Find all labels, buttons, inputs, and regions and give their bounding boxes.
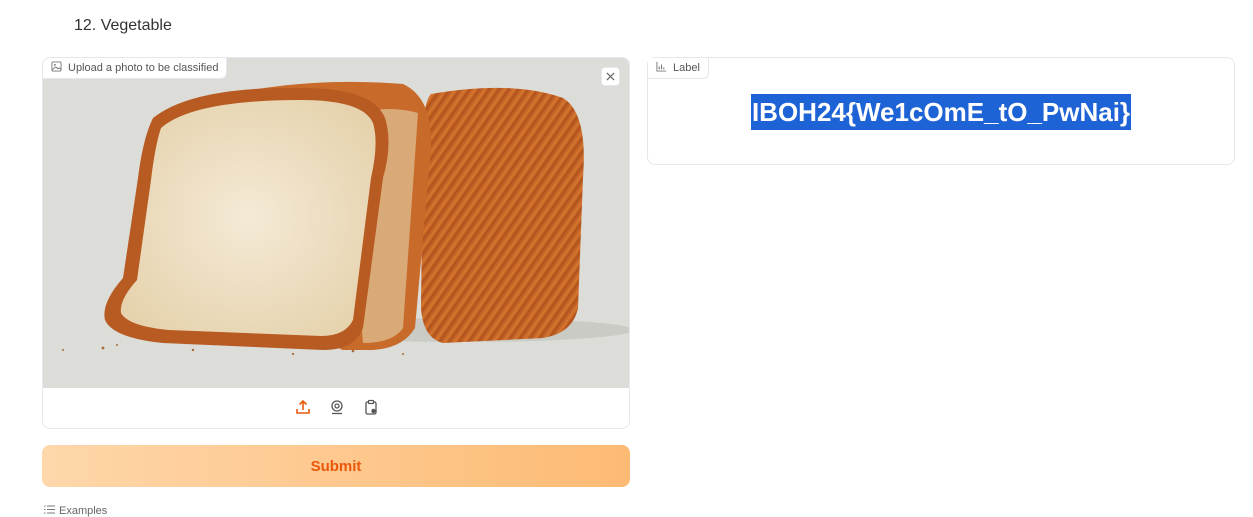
bar-chart-icon <box>656 61 667 75</box>
submit-button[interactable]: Submit <box>42 445 630 487</box>
list-icon <box>44 505 55 517</box>
label-output-panel: Label IBOH24{We1cOmE_tO_PwNai} <box>647 57 1235 165</box>
image-input-label: Upload a photo to be classified <box>43 58 228 79</box>
paste-clipboard-button[interactable] <box>361 399 381 419</box>
image-input-panel: Upload a photo to be classified <box>42 57 630 429</box>
close-icon <box>606 68 615 86</box>
upload-button[interactable] <box>293 399 313 419</box>
predicted-label: IBOH24{We1cOmE_tO_PwNai} <box>750 94 1132 130</box>
output-label-text: Label <box>673 62 700 74</box>
webcam-button[interactable] <box>327 399 347 419</box>
examples-label: Examples <box>59 505 108 517</box>
webcam-icon <box>329 399 345 420</box>
clipboard-icon <box>363 399 379 420</box>
page-heading: 12. Vegetable <box>74 17 172 34</box>
image-input-label-text: Upload a photo to be classified <box>68 62 219 74</box>
image-source-toolbar <box>43 388 629 428</box>
image-icon <box>51 61 62 75</box>
predicted-label-wrap: IBOH24{We1cOmE_tO_PwNai} <box>648 94 1234 130</box>
output-label: Label <box>648 58 709 79</box>
upload-icon <box>295 399 311 420</box>
bread-photo <box>43 58 629 388</box>
examples-header[interactable]: Examples <box>44 505 107 517</box>
uploaded-image[interactable] <box>43 58 629 388</box>
clear-image-button[interactable] <box>601 67 620 86</box>
